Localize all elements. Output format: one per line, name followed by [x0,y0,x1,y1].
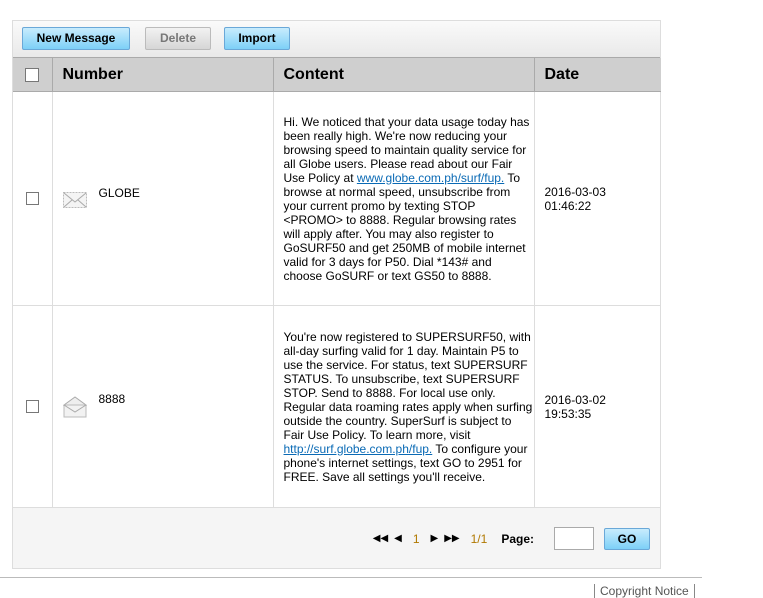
row-checkbox[interactable] [25,400,39,413]
message-table: Number Content Date GLOBE Hi. We noticed… [13,58,661,508]
page-count: 1/1 [470,531,488,546]
message-content: Hi. We noticed that your data usage toda… [273,91,535,306]
row-checkbox[interactable] [25,192,39,205]
last-page-icon[interactable]: ▶▶ [444,533,459,544]
sender-number: 8888 [98,391,126,406]
copyright-notice-link[interactable]: Copyright Notice [594,584,695,598]
sms-inbox: New Message Delete Import Number Content… [12,20,661,569]
table-header: Number Content Date [13,58,661,92]
new-message-button[interactable]: New Message [22,27,130,50]
page-label: Page: [501,531,534,546]
message-content: You're now registered to SUPERSURF50, wi… [273,305,535,508]
content-link[interactable]: www.globe.com.ph/surf/fup. [357,171,504,185]
table-row[interactable]: GLOBE Hi. We noticed that your data usag… [13,91,661,306]
message-date: 2016-03-02 19:53:35 [534,305,661,508]
divider [0,577,702,578]
envelope-open-icon [62,395,87,417]
sender-number: GLOBE [98,185,140,200]
page-input[interactable] [554,527,594,550]
envelope-closed-icon [62,191,87,208]
pagination-bar: ◀◀ ◀ 1 ▶ ▶▶ 1/1 Page: GO [13,508,660,569]
header-number: Number [52,58,274,92]
header-date: Date [534,58,661,92]
next-page-icon[interactable]: ▶ [431,533,439,544]
import-button[interactable]: Import [224,27,290,50]
table-row[interactable]: 8888 You're now registered to SUPERSURF5… [13,305,661,508]
prev-page-icon[interactable]: ◀ [394,533,402,544]
go-button[interactable]: GO [604,527,650,550]
current-page[interactable]: 1 [413,532,420,546]
select-all-checkbox[interactable] [25,67,40,82]
message-date: 2016-03-03 01:46:22 [534,91,661,306]
toolbar: New Message Delete Import [13,21,660,58]
content-link[interactable]: http://surf.globe.com.ph/fup. [284,442,433,456]
first-page-icon[interactable]: ◀◀ [373,533,388,544]
header-content: Content [273,58,535,92]
delete-button[interactable]: Delete [145,27,211,50]
